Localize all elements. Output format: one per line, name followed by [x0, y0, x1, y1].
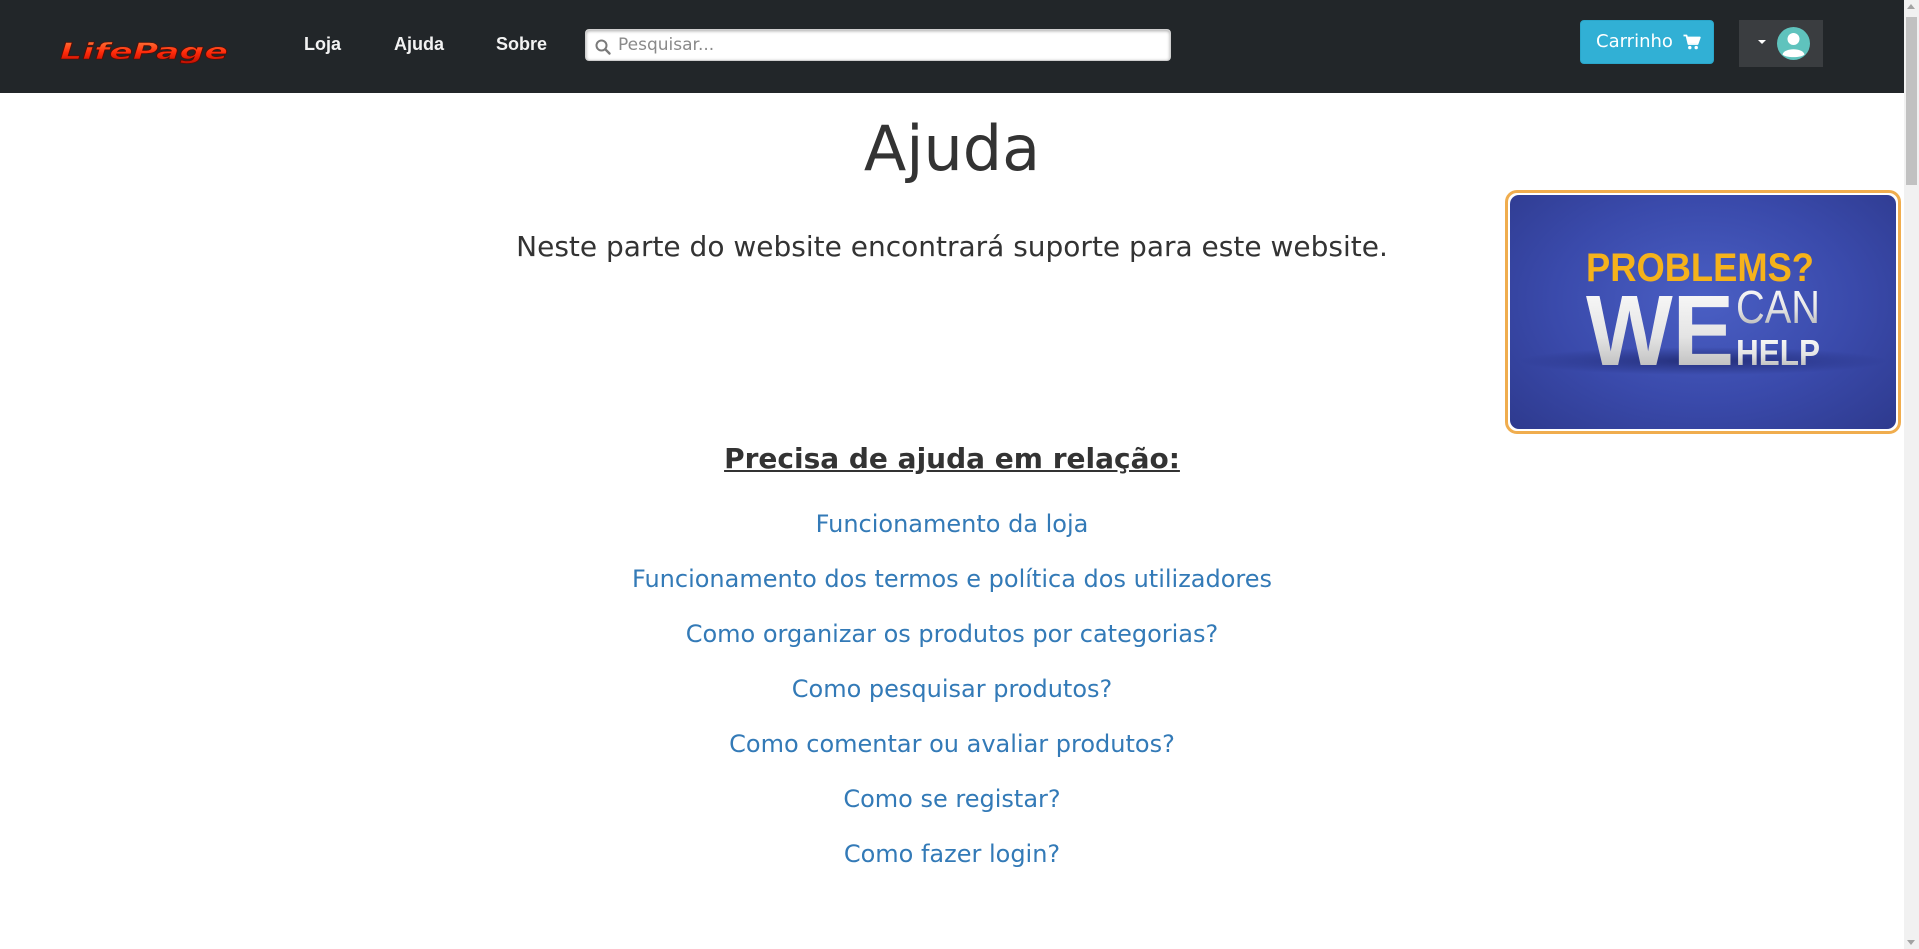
- search-box: [585, 29, 1171, 61]
- help-promo-image: PROBLEMS? WE CAN HELP: [1510, 195, 1896, 429]
- search-input[interactable]: [618, 30, 1158, 60]
- user-menu-dropdown[interactable]: [1739, 20, 1823, 67]
- help-link-login[interactable]: Como fazer login?: [844, 840, 1060, 868]
- user-avatar-icon: [1777, 27, 1810, 60]
- help-promo-banner: PROBLEMS? WE CAN HELP: [1505, 190, 1901, 434]
- nav-link-ajuda[interactable]: Ajuda: [394, 31, 444, 57]
- page-scrollbar[interactable]: [1904, 0, 1919, 949]
- list-item: Funcionamento da loja: [0, 507, 1904, 562]
- search-icon: [595, 39, 611, 55]
- list-item: Como comentar ou avaliar produtos?: [0, 727, 1904, 782]
- help-heading: Precisa de ajuda em relação:: [724, 442, 1180, 475]
- help-link-comentar[interactable]: Como comentar ou avaliar produtos?: [729, 730, 1175, 758]
- list-item: Funcionamento dos termos e política dos …: [0, 562, 1904, 617]
- help-link-registar[interactable]: Como se registar?: [843, 785, 1060, 813]
- caret-down-icon: [1758, 40, 1766, 44]
- promo-line-can: CAN: [1736, 281, 1820, 333]
- list-item: Como se registar?: [0, 782, 1904, 837]
- help-link-categorias[interactable]: Como organizar os produtos por categoria…: [686, 620, 1219, 648]
- cart-icon: [1683, 34, 1701, 50]
- page-title: Ajuda: [863, 112, 1041, 185]
- list-item: Como fazer login?: [0, 837, 1904, 892]
- brand-logo-image: LifePage: [60, 40, 229, 64]
- promo-big-we: WE: [1586, 275, 1734, 387]
- brand-logo-text: LifePage: [60, 40, 228, 64]
- help-promo-graphic: PROBLEMS? WE CAN HELP: [1518, 246, 1888, 387]
- scroll-thumb[interactable]: [1906, 17, 1917, 185]
- scroll-down-icon[interactable]: [1907, 940, 1915, 945]
- nav-link-sobre[interactable]: Sobre: [496, 31, 547, 57]
- navbar: LifePage Loja Ajuda Sobre Carrinho: [0, 0, 1904, 93]
- nav-link-loja[interactable]: Loja: [304, 31, 341, 57]
- help-link-termos[interactable]: Funcionamento dos termos e política dos …: [632, 565, 1272, 593]
- cart-button-label: Carrinho: [1596, 31, 1673, 52]
- help-link-loja[interactable]: Funcionamento da loja: [816, 510, 1089, 538]
- scroll-up-icon[interactable]: [1907, 4, 1915, 9]
- help-link-pesquisar[interactable]: Como pesquisar produtos?: [792, 675, 1113, 703]
- brand-logo[interactable]: LifePage: [58, 38, 232, 64]
- promo-line-help: HELP: [1736, 332, 1820, 373]
- list-item: Como pesquisar produtos?: [0, 672, 1904, 727]
- help-links-list: Funcionamento da loja Funcionamento dos …: [0, 507, 1904, 892]
- list-item: Como organizar os produtos por categoria…: [0, 617, 1904, 672]
- cart-button[interactable]: Carrinho: [1580, 20, 1714, 64]
